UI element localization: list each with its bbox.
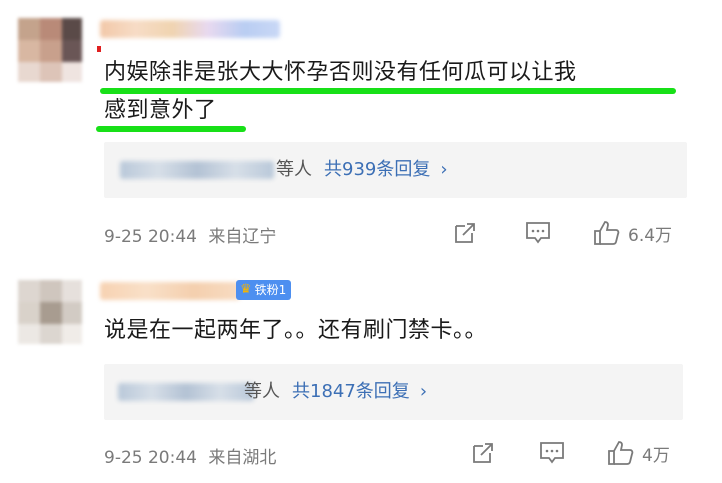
highlight-underline: [100, 88, 676, 94]
reply-count-link[interactable]: 共1847条回复: [292, 381, 410, 402]
timestamp: 9-25 20:44: [104, 448, 197, 468]
reply-usernames: [120, 161, 274, 179]
reply-count-link[interactable]: 共939条回复: [324, 159, 430, 180]
avatar[interactable]: [18, 280, 82, 344]
share-icon: [455, 223, 475, 243]
like-icon: [608, 441, 634, 465]
red-mark: [97, 46, 101, 52]
share-icon: [473, 443, 493, 463]
comment-meta: 9-25 20:44 来自湖北: [104, 443, 276, 468]
like-count: 4万: [642, 445, 670, 466]
share-button[interactable]: [470, 440, 496, 466]
comment-text-line: 说是在一起两年了。。还有刷门禁卡。。: [104, 318, 488, 343]
badge-label: 铁粉1: [254, 283, 287, 297]
comment-icon: [526, 222, 550, 244]
username[interactable]: [100, 282, 240, 300]
fan-badge[interactable]: ♛ 铁粉1: [236, 280, 292, 300]
comment-button[interactable]: [538, 440, 566, 466]
highlight-underline: [96, 126, 246, 132]
chevron-right-icon[interactable]: ›: [420, 381, 427, 402]
like-button[interactable]: 4万: [606, 439, 670, 467]
reply-summary[interactable]: 等人 共939条回复 ›: [104, 142, 687, 198]
comment-text-line: 内娱除非是张大大怀孕否则没有任何瓜可以让我: [104, 60, 577, 85]
location: 来自湖北: [208, 448, 277, 468]
reply-usernames: [118, 383, 254, 401]
reply-summary-text[interactable]: 等人 共939条回复 ›: [276, 142, 448, 198]
username[interactable]: [100, 20, 280, 38]
location: 来自辽宁: [208, 227, 277, 247]
crown-icon: ♛: [240, 282, 252, 297]
like-button[interactable]: 6.4万: [592, 219, 672, 247]
comment-item: ♛ 铁粉1 说是在一起两年了。。还有刷门禁卡。。 等人 共1847条回复 › 9-2…: [0, 260, 722, 483]
avatar[interactable]: [18, 18, 82, 82]
like-count: 6.4万: [628, 225, 673, 246]
comment-icon: [540, 442, 564, 464]
comment-button[interactable]: [524, 220, 552, 246]
reply-summary-text[interactable]: 等人 共1847条回复 ›: [244, 364, 427, 420]
comment-text: 说是在一起两年了。。还有刷门禁卡。。: [104, 312, 487, 350]
comment-text-line: 感到意外了: [104, 98, 217, 123]
reply-who: 等人: [276, 159, 312, 180]
timestamp: 9-25 20:44: [104, 227, 197, 247]
reply-who: 等人: [244, 381, 280, 402]
like-icon: [594, 221, 620, 245]
comment-meta: 9-25 20:44 来自辽宁: [104, 222, 276, 247]
chevron-right-icon[interactable]: ›: [440, 159, 447, 180]
comment-item: 内娱除非是张大大怀孕否则没有任何瓜可以让我 感到意外了 等人 共939条回复 › 9…: [0, 0, 722, 260]
share-button[interactable]: [452, 220, 478, 246]
reply-summary[interactable]: 等人 共1847条回复 ›: [104, 364, 683, 420]
